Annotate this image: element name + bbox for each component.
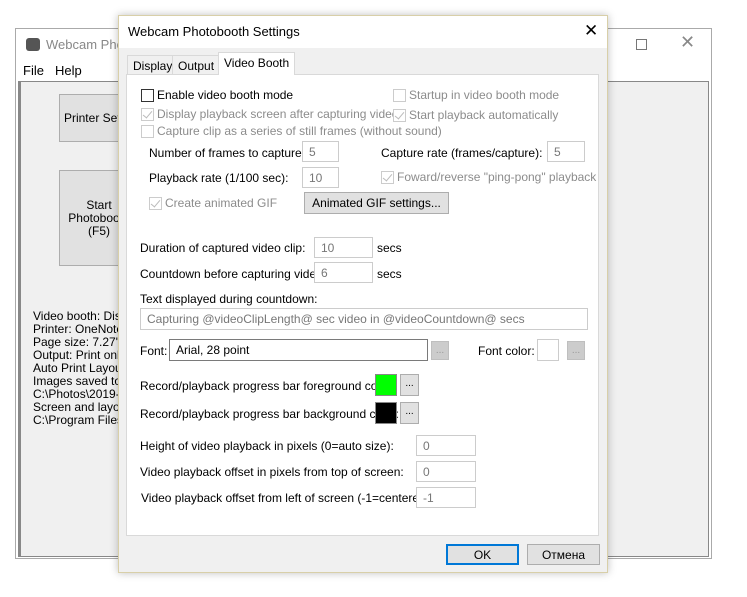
video-booth-panel: Enable video booth mode Startup in video… bbox=[126, 74, 599, 536]
font-color-button[interactable]: ... bbox=[567, 341, 585, 360]
fg-color-button[interactable]: ... bbox=[400, 374, 419, 396]
font-color-label: Font color: bbox=[478, 344, 535, 358]
enable-video-booth-label: Enable video booth mode bbox=[157, 88, 294, 102]
num-frames-input[interactable]: 5 bbox=[302, 141, 339, 162]
ping-pong-label: Foward/reverse "ping-pong" playback bbox=[397, 170, 597, 184]
top-offset-label: Video playback offset in pixels from top… bbox=[140, 465, 404, 479]
capture-stills-checkbox[interactable]: Capture clip as a series of still frames… bbox=[141, 124, 442, 138]
duration-secs: secs bbox=[377, 241, 402, 255]
font-input[interactable]: Arial, 28 point bbox=[169, 339, 428, 361]
capture-stills-label: Capture clip as a series of still frames… bbox=[157, 124, 442, 138]
capture-rate-label: Capture rate (frames/capture): bbox=[381, 146, 543, 160]
left-offset-input[interactable]: -1 bbox=[416, 487, 476, 508]
create-gif-label: Create animated GIF bbox=[165, 196, 278, 210]
dialog-title: Webcam Photobooth Settings bbox=[128, 24, 300, 39]
startup-video-booth-checkbox[interactable]: Startup in video booth mode bbox=[393, 88, 559, 102]
fg-color-label: Record/playback progress bar foreground … bbox=[140, 379, 395, 393]
display-playback-label: Display playback screen after capturing … bbox=[157, 107, 399, 121]
left-offset-label: Video playback offset from left of scree… bbox=[141, 491, 434, 505]
duration-label: Duration of captured video clip: bbox=[140, 241, 306, 255]
font-picker-button[interactable]: ... bbox=[431, 341, 449, 360]
menu-file[interactable]: File bbox=[23, 63, 44, 78]
fg-color-swatch bbox=[375, 374, 397, 396]
height-input[interactable]: 0 bbox=[416, 435, 476, 456]
duration-input[interactable]: 10 bbox=[314, 237, 373, 258]
bg-color-button[interactable]: ... bbox=[400, 402, 419, 424]
tab-output[interactable]: Output bbox=[172, 55, 221, 74]
menu-help[interactable]: Help bbox=[55, 63, 82, 78]
app-icon bbox=[26, 38, 40, 51]
start-playback-checkbox[interactable]: Start playback automatically bbox=[393, 108, 558, 122]
start-playback-label: Start playback automatically bbox=[409, 108, 559, 122]
tab-video-booth[interactable]: Video Booth bbox=[218, 52, 296, 75]
top-offset-input[interactable]: 0 bbox=[416, 461, 476, 482]
startup-label: Startup in video booth mode bbox=[409, 88, 560, 102]
enable-video-booth-checkbox[interactable]: Enable video booth mode bbox=[141, 88, 293, 102]
create-gif-checkbox[interactable]: Create animated GIF bbox=[149, 196, 277, 210]
capture-rate-input[interactable]: 5 bbox=[547, 141, 585, 162]
dialog-title-bar: Webcam Photobooth Settings ✕ bbox=[119, 16, 607, 48]
countdown-text-input[interactable]: Capturing @videoClipLength@ sec video in… bbox=[140, 308, 588, 330]
close-icon[interactable]: ✕ bbox=[584, 21, 598, 41]
ping-pong-checkbox[interactable]: Foward/reverse "ping-pong" playback bbox=[381, 170, 596, 184]
bg-color-label: Record/playback progress bar background … bbox=[140, 407, 399, 421]
playback-rate-label: Playback rate (1/100 sec): bbox=[149, 171, 289, 185]
bg-color-swatch bbox=[375, 402, 397, 424]
display-playback-checkbox[interactable]: Display playback screen after capturing … bbox=[141, 107, 398, 121]
ok-button[interactable]: OK bbox=[446, 544, 519, 565]
countdown-label: Countdown before capturing video: bbox=[140, 267, 327, 281]
num-frames-label: Number of frames to capture: bbox=[149, 146, 306, 160]
settings-dialog: Webcam Photobooth Settings ✕ Display Out… bbox=[118, 15, 608, 573]
tab-display[interactable]: Display bbox=[127, 55, 179, 74]
countdown-input[interactable]: 6 bbox=[314, 262, 373, 283]
font-color-swatch bbox=[537, 339, 559, 361]
playback-rate-input[interactable]: 10 bbox=[302, 167, 339, 188]
close-icon[interactable]: ✕ bbox=[680, 32, 695, 53]
font-label: Font: bbox=[140, 344, 168, 358]
height-label: Height of video playback in pixels (0=au… bbox=[140, 439, 394, 453]
maximize-icon[interactable] bbox=[636, 39, 647, 50]
countdown-secs: secs bbox=[377, 267, 402, 281]
cancel-button[interactable]: Отмена bbox=[527, 544, 600, 565]
countdown-text-label: Text displayed during countdown: bbox=[140, 292, 318, 306]
gif-settings-button[interactable]: Animated GIF settings... bbox=[304, 192, 449, 214]
